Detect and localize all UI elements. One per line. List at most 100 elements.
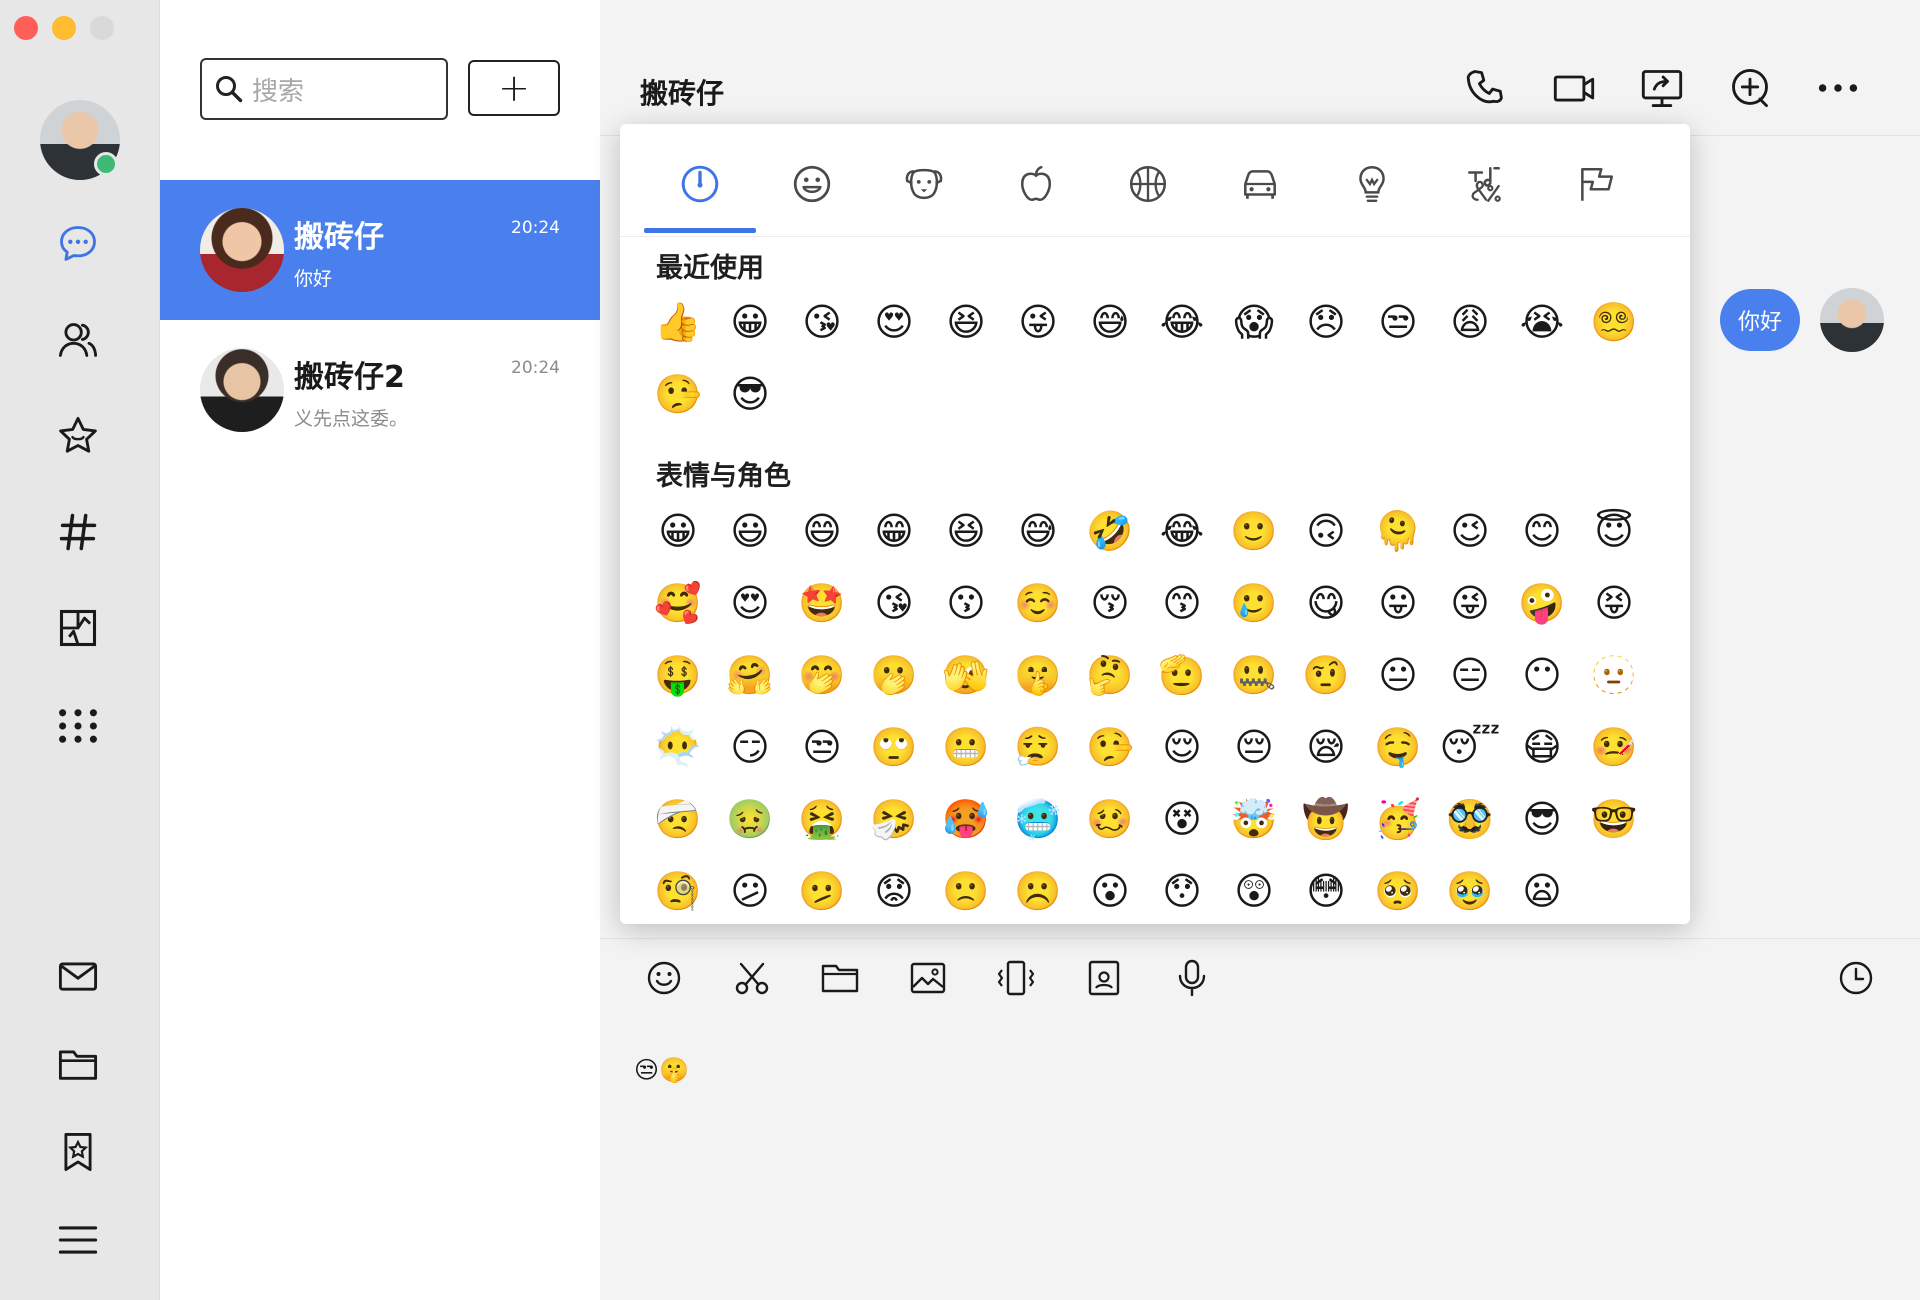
nav-apps[interactable] xyxy=(50,698,106,754)
add-to-chat-button[interactable] xyxy=(1728,66,1772,110)
emoji-cell[interactable]: 😵‍💫 xyxy=(1578,286,1650,358)
emoji-cell[interactable]: 😏 xyxy=(714,711,786,783)
emoji-cell[interactable]: 😴 xyxy=(1434,711,1506,783)
emoji-cell[interactable]: 🤠 xyxy=(1290,783,1362,855)
emoji-cell[interactable]: 😱 xyxy=(1218,286,1290,358)
emoji-cell[interactable]: 🤭 xyxy=(786,639,858,711)
emoji-cell[interactable]: 🙃 xyxy=(1290,495,1362,567)
emoji-cell[interactable]: 😘 xyxy=(786,286,858,358)
send-image-button[interactable] xyxy=(908,958,952,1002)
emoji-cell[interactable]: 🫥 xyxy=(1578,639,1650,711)
emoji-cell[interactable]: 🤤 xyxy=(1362,711,1434,783)
nav-workspace[interactable] xyxy=(50,600,106,656)
nav-contacts[interactable] xyxy=(50,312,106,368)
emoji-cell[interactable]: 😮‍💨 xyxy=(1002,711,1074,783)
message-input[interactable]: 😒🤫 xyxy=(634,1056,689,1084)
emoji-cell[interactable]: 🥴 xyxy=(1074,783,1146,855)
emoji-cell[interactable]: 🤮 xyxy=(786,783,858,855)
emoji-cell[interactable]: 😀 xyxy=(714,286,786,358)
emoji-cell[interactable]: 😌 xyxy=(1146,711,1218,783)
search-input[interactable]: 搜索 xyxy=(200,58,448,120)
emoji-cell[interactable]: 🤥 xyxy=(642,358,714,430)
emoji-cell[interactable]: 🙄 xyxy=(858,711,930,783)
emoji-cell[interactable]: 😞 xyxy=(1290,286,1362,358)
emoji-cell[interactable]: 😁 xyxy=(858,495,930,567)
screen-share-button[interactable] xyxy=(1640,66,1684,110)
emoji-cell[interactable]: 🫣 xyxy=(930,639,1002,711)
emoji-cell[interactable]: ☹️ xyxy=(1002,855,1074,924)
emoji-cell[interactable]: 🥵 xyxy=(930,783,1002,855)
emoji-cell[interactable]: 😂 xyxy=(1146,286,1218,358)
tab-activity[interactable] xyxy=(1092,140,1204,228)
emoji-cell[interactable]: 🤕 xyxy=(642,783,714,855)
emoji-cell[interactable]: 🙂 xyxy=(1218,495,1290,567)
emoji-cell[interactable]: 😄 xyxy=(786,495,858,567)
emoji-cell[interactable]: 🤑 xyxy=(642,639,714,711)
emoji-cell[interactable]: 🤒 xyxy=(1578,711,1650,783)
emoji-cell[interactable]: 🥺 xyxy=(1362,855,1434,924)
history-button[interactable] xyxy=(1836,958,1880,1002)
emoji-cell[interactable]: 😍 xyxy=(858,286,930,358)
emoji-cell[interactable]: 😗 xyxy=(930,567,1002,639)
emoji-cell[interactable]: 😬 xyxy=(930,711,1002,783)
emoji-cell[interactable]: 😍 xyxy=(714,567,786,639)
tab-food[interactable] xyxy=(980,140,1092,228)
emoji-cell[interactable]: 🥶 xyxy=(1002,783,1074,855)
tab-animals[interactable] xyxy=(868,140,980,228)
emoji-cell[interactable]: 🤥 xyxy=(1074,711,1146,783)
nav-files[interactable] xyxy=(50,1036,106,1092)
emoji-cell[interactable]: ☺️ xyxy=(1002,567,1074,639)
emoji-cell[interactable]: 🤢 xyxy=(714,783,786,855)
emoji-cell[interactable]: 🤯 xyxy=(1218,783,1290,855)
emoji-cell[interactable]: 🤩 xyxy=(786,567,858,639)
emoji-cell[interactable]: 😕 xyxy=(714,855,786,924)
emoji-cell[interactable]: 😩 xyxy=(1434,286,1506,358)
emoji-cell[interactable]: 😘 xyxy=(858,567,930,639)
emoji-cell[interactable]: 😒 xyxy=(1362,286,1434,358)
emoji-cell[interactable]: 😙 xyxy=(1146,567,1218,639)
emoji-cell[interactable]: 😶 xyxy=(1506,639,1578,711)
emoji-cell[interactable]: 🧐 xyxy=(642,855,714,924)
nav-favorites[interactable] xyxy=(50,408,106,464)
emoji-cell[interactable]: 🙁 xyxy=(930,855,1002,924)
emoji-cell[interactable]: 🥹 xyxy=(1434,855,1506,924)
emoji-cell[interactable]: 😆 xyxy=(930,286,1002,358)
emoji-cell[interactable]: 😚 xyxy=(1074,567,1146,639)
zoom-window-button[interactable] xyxy=(90,16,114,40)
video-call-button[interactable] xyxy=(1552,66,1596,110)
emoji-cell[interactable]: 😎 xyxy=(714,358,786,430)
emoji-cell[interactable]: 👍 xyxy=(642,286,714,358)
emoji-cell[interactable]: 😅 xyxy=(1002,495,1074,567)
emoji-cell[interactable]: 😂 xyxy=(1146,495,1218,567)
emoji-cell[interactable]: 🤣 xyxy=(1074,495,1146,567)
emoji-cell[interactable]: 🤓 xyxy=(1578,783,1650,855)
voice-message-button[interactable] xyxy=(1172,958,1216,1002)
shake-button[interactable] xyxy=(996,958,1040,1002)
nav-channels[interactable] xyxy=(50,504,106,560)
emoji-cell[interactable]: 😜 xyxy=(1002,286,1074,358)
minimize-window-button[interactable] xyxy=(52,16,76,40)
emoji-cell[interactable]: 😳 xyxy=(1290,855,1362,924)
emoji-cell[interactable]: 😛 xyxy=(1362,567,1434,639)
emoji-cell[interactable]: 😅 xyxy=(1074,286,1146,358)
emoji-cell[interactable]: 😉 xyxy=(1434,495,1506,567)
emoji-cell[interactable]: 🥲 xyxy=(1218,567,1290,639)
tab-recent[interactable] xyxy=(644,140,756,228)
emoji-cell[interactable]: 😇 xyxy=(1578,495,1650,567)
send-file-button[interactable] xyxy=(820,958,864,1002)
emoji-cell[interactable]: 😀 xyxy=(642,495,714,567)
emoji-cell[interactable]: 🥸 xyxy=(1434,783,1506,855)
emoji-cell[interactable]: 🥳 xyxy=(1362,783,1434,855)
add-button[interactable]: + xyxy=(468,60,560,116)
nav-messages[interactable] xyxy=(50,216,106,272)
tab-symbols[interactable] xyxy=(1428,140,1540,228)
emoji-cell[interactable]: 🤧 xyxy=(858,783,930,855)
close-window-button[interactable] xyxy=(14,16,38,40)
emoji-cell[interactable]: 🫤 xyxy=(786,855,858,924)
emoji-cell[interactable]: 😜 xyxy=(1434,567,1506,639)
voice-call-button[interactable] xyxy=(1464,66,1508,110)
emoji-cell[interactable]: 😟 xyxy=(858,855,930,924)
emoji-cell[interactable]: 🫢 xyxy=(858,639,930,711)
emoji-cell[interactable]: 😊 xyxy=(1506,495,1578,567)
conversation-item[interactable]: 搬砖仔2 20:24 义先点这委。 xyxy=(160,320,600,460)
